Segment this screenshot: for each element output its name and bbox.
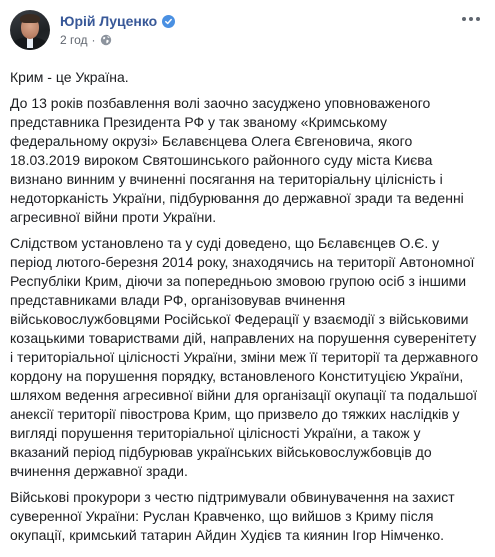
post-header: Юрій Луценко 2 год ·: [10, 10, 483, 56]
post-body: Крим - це Україна. До 13 років позбавлен…: [10, 68, 483, 545]
post-meta: Юрій Луценко 2 год ·: [60, 10, 483, 49]
author-name[interactable]: Юрій Луценко: [60, 12, 157, 30]
more-options-icon[interactable]: [459, 12, 483, 26]
author-row: Юрій Луценко: [60, 11, 483, 31]
meta-separator: ·: [91, 33, 96, 47]
post-paragraph: До 13 років позбавлення волі заочно засу…: [10, 95, 464, 225]
facebook-post: Юрій Луценко 2 год · Крим - це Україна.: [0, 0, 495, 557]
verified-badge-icon: [162, 14, 176, 28]
post-paragraph: Військові прокурори з честю підтримували…: [10, 489, 455, 543]
post-paragraph: Крим - це Україна.: [10, 69, 129, 85]
timestamp-row: 2 год ·: [60, 31, 483, 49]
globe-icon[interactable]: [100, 34, 112, 46]
avatar[interactable]: [10, 10, 50, 50]
post-paragraph: Слідством установлено та у суді доведено…: [10, 235, 479, 479]
post-timestamp[interactable]: 2 год: [60, 33, 88, 47]
